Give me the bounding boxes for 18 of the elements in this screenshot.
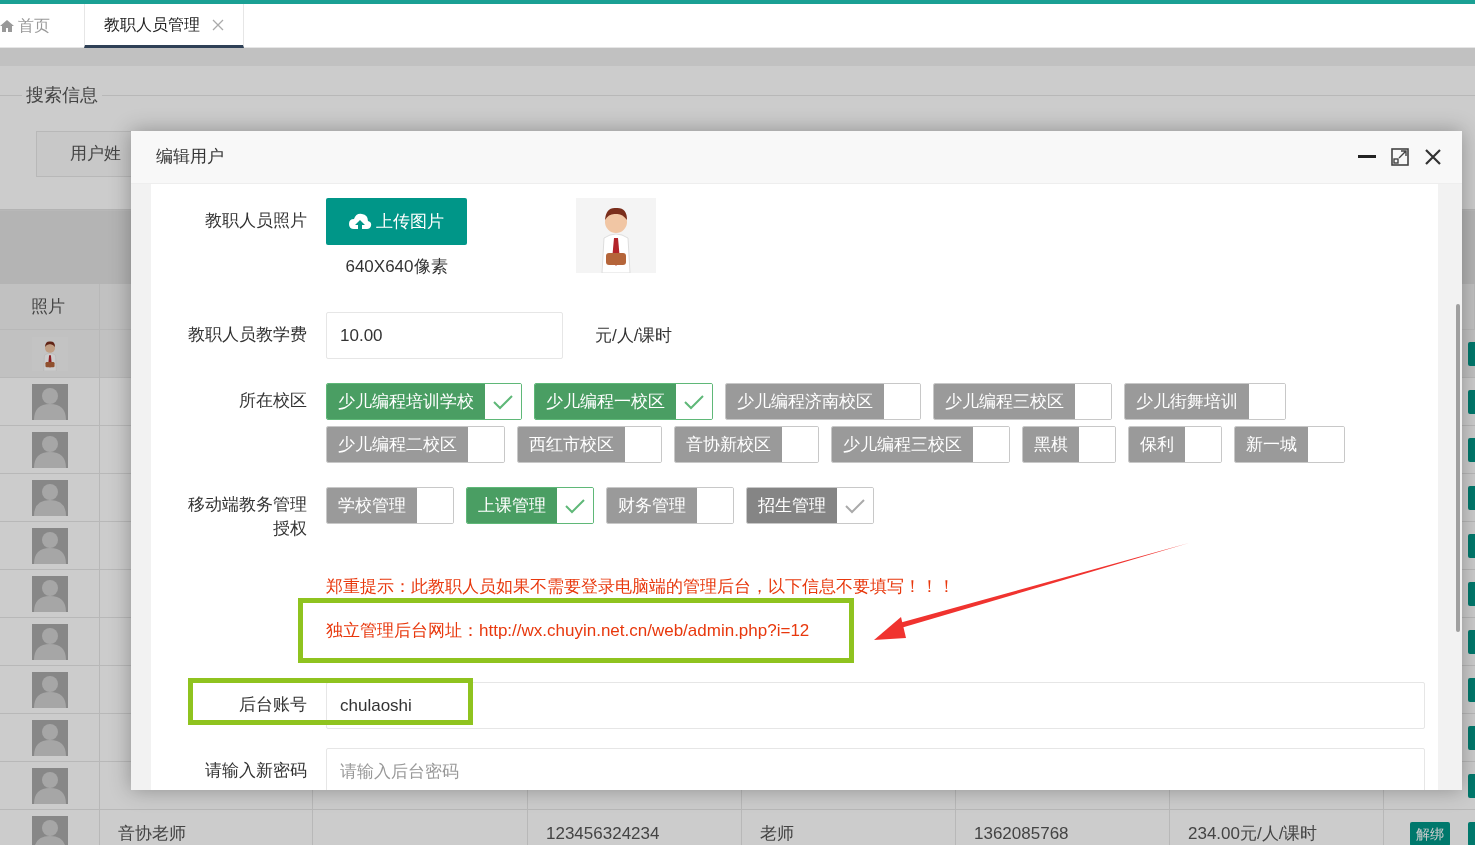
field-label: 教职人员照片 <box>204 210 307 232</box>
field-label: 后台账号 <box>238 694 307 716</box>
table-cell: 123456324234 <box>546 825 660 842</box>
dialog-title: 编辑用户 <box>156 146 224 168</box>
field-label: 教职人员教学费 <box>188 324 307 346</box>
field-label: 移动端教务管理授权 <box>188 494 307 540</box>
search-legend: 搜索信息 <box>22 83 102 107</box>
table-cell: 老师 <box>760 825 794 842</box>
warning-text: 郑重提示：此教职人员如果不需要登录电脑端的管理后台，以下信息不要填写！！！ <box>326 576 956 598</box>
field-label: 所在校区 <box>238 390 307 412</box>
size-hint: 640X640像素 <box>345 257 448 277</box>
unit-label: 元/人/课时 <box>595 325 673 347</box>
table-cell: 1362085768 <box>974 825 1069 842</box>
admin-url-text: 独立管理后台网址：http://wx.chuyin.net.cn/web/admin.php?i=12 <box>326 619 810 642</box>
table-cell: 234.00元/人/课时 <box>1188 825 1318 842</box>
column-header: 照片 <box>31 298 65 315</box>
table-cell: 音协老师 <box>118 825 186 842</box>
field-label: 请输入新密码 <box>204 760 307 782</box>
